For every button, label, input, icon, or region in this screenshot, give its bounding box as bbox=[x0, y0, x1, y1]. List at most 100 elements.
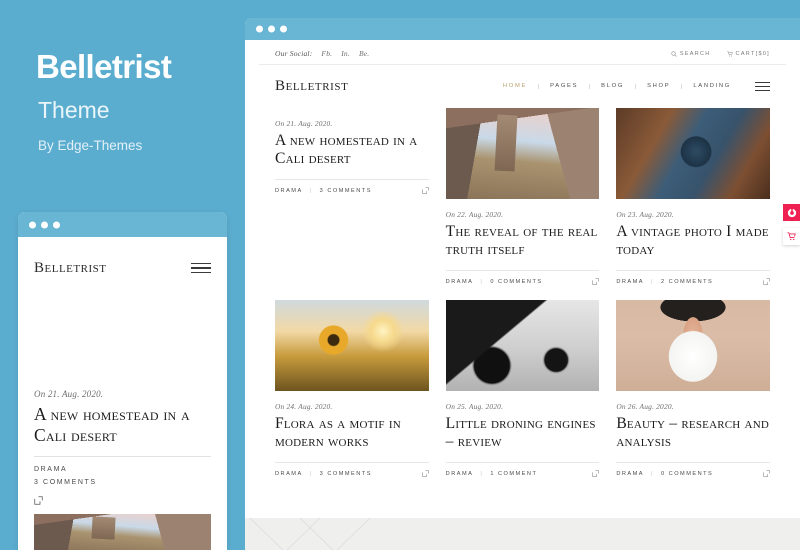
post-category[interactable]: DRAMA bbox=[446, 279, 474, 285]
window-dot-maximize[interactable] bbox=[53, 221, 60, 228]
post-card[interactable]: On 23. Aug. 2020. A vintage photo I made… bbox=[616, 108, 770, 285]
divider bbox=[34, 456, 211, 458]
site-logo[interactable]: Belletrist bbox=[275, 78, 348, 95]
post-footer: DRAMA | 3 COMMENTS bbox=[275, 462, 429, 478]
window-dots bbox=[29, 221, 60, 228]
post-comments[interactable]: 3 COMMENTS bbox=[320, 188, 372, 194]
nav-item-landing[interactable]: LANDING bbox=[682, 83, 742, 90]
hamburger-icon[interactable] bbox=[191, 262, 211, 274]
post-meta: DRAMA | 0 COMMENTS bbox=[616, 471, 713, 477]
post-grid-row-1: On 21. Aug. 2020. A new homestead in a C… bbox=[259, 108, 786, 285]
post-meta: DRAMA | 1 COMMENT bbox=[446, 471, 538, 477]
social-link-facebook[interactable]: Fb. bbox=[321, 49, 332, 58]
post-comments[interactable]: 0 COMMENTS bbox=[490, 279, 542, 285]
window-dot-close[interactable] bbox=[29, 221, 36, 228]
post-meta: DRAMA | 0 COMMENTS bbox=[446, 279, 543, 285]
mobile-post-comments[interactable]: 3 COMMENTS bbox=[34, 479, 211, 486]
mobile-post-category[interactable]: DRAMA bbox=[34, 466, 211, 473]
mobile-post-card[interactable]: On 21. Aug. 2020. A new homestead in a C… bbox=[34, 389, 211, 510]
post-image[interactable] bbox=[445, 300, 600, 392]
footer-decoration bbox=[249, 518, 371, 550]
hamburger-icon[interactable] bbox=[755, 81, 770, 92]
post-image[interactable] bbox=[275, 300, 429, 392]
mobile-post-title[interactable]: A new homestead in a Cali desert bbox=[34, 404, 211, 445]
post-comments[interactable]: 2 COMMENTS bbox=[661, 279, 713, 285]
browser-viewport: Our Social: Fb. In. Be. SEARCH CART[$0] … bbox=[245, 40, 800, 550]
social-link-instagram[interactable]: In. bbox=[341, 49, 350, 58]
browser-titlebar bbox=[245, 18, 800, 40]
post-date: On 25. Aug. 2020. bbox=[445, 402, 504, 412]
share-icon[interactable] bbox=[763, 278, 770, 285]
share-icon[interactable] bbox=[34, 496, 43, 505]
post-footer: DRAMA | 2 COMMENTS bbox=[616, 270, 770, 285]
promo-subtitle: Theme bbox=[38, 97, 110, 123]
post-image[interactable] bbox=[616, 108, 770, 199]
side-cart-button[interactable] bbox=[783, 228, 800, 245]
promo-byline: By Edge-Themes bbox=[38, 138, 143, 153]
mobile-titlebar bbox=[18, 212, 227, 237]
post-card[interactable]: On 21. Aug. 2020. A new homestead in a C… bbox=[275, 108, 429, 285]
post-title[interactable]: The reveal of the real truth itself bbox=[446, 223, 600, 259]
post-meta: DRAMA | 3 COMMENTS bbox=[275, 471, 372, 477]
post-footer: DRAMA | 1 COMMENT bbox=[445, 462, 600, 478]
target-circle-icon bbox=[787, 207, 796, 217]
post-comments[interactable]: 1 COMMENT bbox=[490, 471, 537, 477]
post-image[interactable] bbox=[445, 108, 600, 199]
social-label: Our Social: bbox=[275, 49, 313, 58]
post-date: On 22. Aug. 2020. bbox=[445, 210, 504, 219]
post-title[interactable]: Little droning engines – review bbox=[446, 415, 600, 451]
mobile-viewport: Belletrist On 21. Aug. 2020. A new homes… bbox=[18, 237, 227, 550]
share-icon[interactable] bbox=[421, 187, 429, 194]
share-icon[interactable] bbox=[592, 278, 600, 285]
share-icon[interactable] bbox=[421, 470, 429, 478]
share-icon[interactable] bbox=[763, 470, 770, 478]
browser-dot-maximize[interactable] bbox=[280, 25, 287, 33]
post-card[interactable]: On 24. Aug. 2020. Flora as a motif in mo… bbox=[275, 300, 429, 478]
site-header: Belletrist HOME PAGES BLOG SHOP LANDING bbox=[259, 65, 786, 108]
post-footer: DRAMA | 0 COMMENTS bbox=[445, 270, 600, 285]
post-comments[interactable]: 3 COMMENTS bbox=[320, 471, 372, 477]
cart-label: CART[$0] bbox=[735, 50, 770, 57]
post-title[interactable]: Flora as a motif in modern works bbox=[275, 415, 429, 451]
site-topbar: Our Social: Fb. In. Be. SEARCH CART[$0] bbox=[259, 40, 786, 65]
search-icon bbox=[671, 50, 677, 57]
share-icon[interactable] bbox=[592, 470, 600, 478]
browser-dot-minimize[interactable] bbox=[268, 25, 275, 33]
mobile-post-image[interactable] bbox=[34, 514, 211, 550]
post-category[interactable]: DRAMA bbox=[616, 471, 644, 477]
nav-item-pages[interactable]: PAGES bbox=[539, 83, 591, 90]
social-links: Our Social: Fb. In. Be. bbox=[275, 49, 369, 58]
post-category[interactable]: DRAMA bbox=[275, 471, 303, 477]
browser-dot-close[interactable] bbox=[256, 25, 263, 33]
post-card[interactable]: On 25. Aug. 2020. Little droning engines… bbox=[445, 300, 600, 478]
post-card[interactable]: On 22. Aug. 2020. The reveal of the real… bbox=[445, 108, 600, 285]
post-date: On 21. Aug. 2020. bbox=[275, 119, 333, 128]
window-dot-minimize[interactable] bbox=[41, 221, 48, 228]
nav-item-home[interactable]: HOME bbox=[492, 83, 540, 90]
side-badge-button[interactable] bbox=[783, 204, 800, 221]
footer-strip bbox=[245, 518, 800, 550]
post-title[interactable]: A new homestead in a Cali desert bbox=[275, 132, 429, 168]
cart-button[interactable]: CART[$0] bbox=[726, 50, 770, 57]
screenshot-stage: Belletrist Theme By Edge-Themes Belletri… bbox=[0, 0, 800, 550]
desktop-browser-window: Our Social: Fb. In. Be. SEARCH CART[$0] … bbox=[245, 18, 800, 550]
post-image[interactable] bbox=[616, 300, 770, 392]
post-category[interactable]: DRAMA bbox=[616, 279, 644, 285]
search-label: SEARCH bbox=[679, 50, 711, 57]
post-title[interactable]: A vintage photo I made today bbox=[616, 223, 770, 259]
post-category[interactable]: DRAMA bbox=[275, 188, 303, 194]
post-card[interactable]: On 26. Aug. 2020. Beauty – research and … bbox=[616, 300, 770, 478]
mobile-preview-window: Belletrist On 21. Aug. 2020. A new homes… bbox=[18, 212, 227, 550]
post-date: On 26. Aug. 2020. bbox=[616, 402, 674, 412]
nav-item-shop[interactable]: SHOP bbox=[636, 83, 683, 90]
browser-window-dots bbox=[256, 25, 287, 33]
search-button[interactable]: SEARCH bbox=[671, 51, 711, 57]
post-comments[interactable]: 0 COMMENTS bbox=[661, 471, 713, 477]
post-date: On 23. Aug. 2020. bbox=[616, 210, 674, 219]
nav-item-blog[interactable]: BLOG bbox=[590, 83, 637, 90]
post-title[interactable]: Beauty – research and analysis bbox=[616, 415, 770, 451]
meta-separator: | bbox=[651, 470, 654, 477]
post-category[interactable]: DRAMA bbox=[446, 471, 474, 477]
mobile-logo[interactable]: Belletrist bbox=[34, 260, 106, 277]
social-link-behance[interactable]: Be. bbox=[359, 49, 369, 58]
